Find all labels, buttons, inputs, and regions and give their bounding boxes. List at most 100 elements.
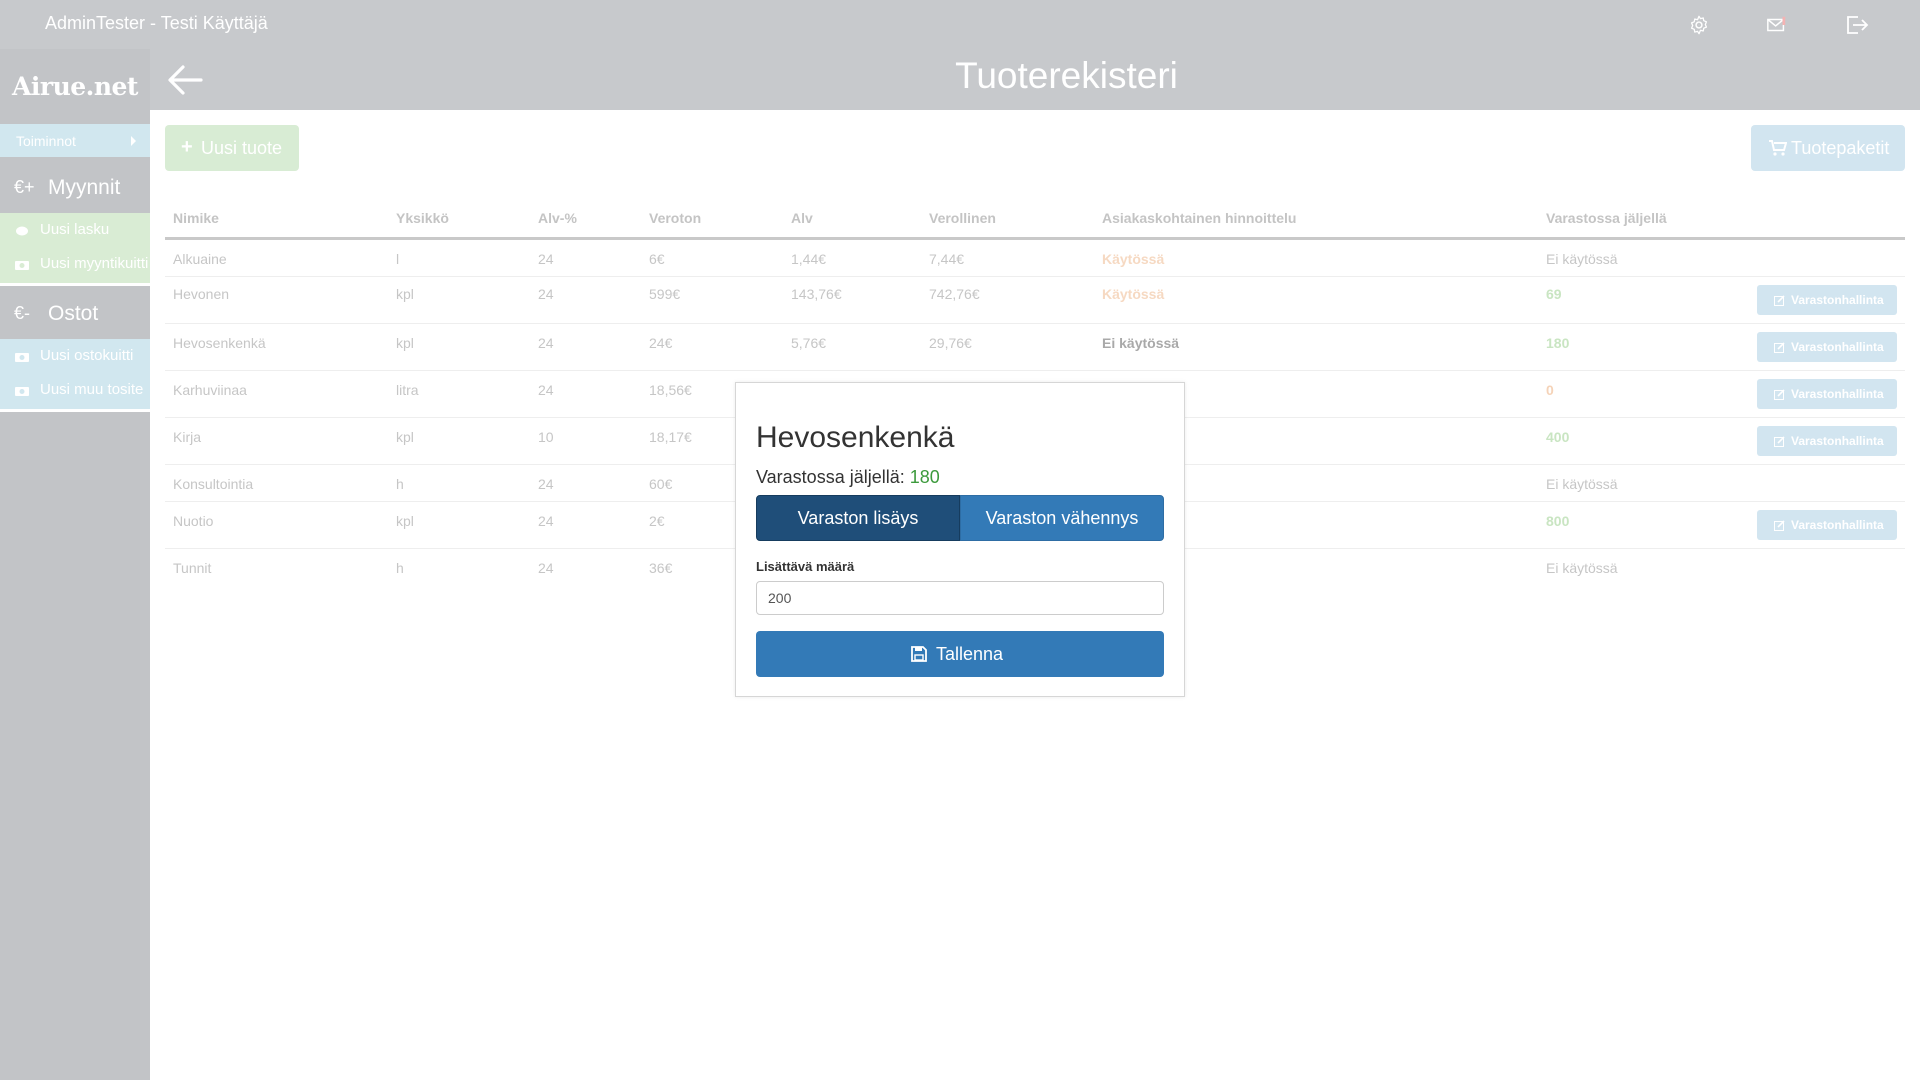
cell-stock: 400 [1546,429,1570,445]
sidebar-section-label: Ostot [48,302,99,325]
page-title: Tuoterekisteri [955,55,1178,96]
cell-vat: 24 [538,286,554,302]
cell-tax: 5,76€ [791,335,827,351]
sidebar-item-uusi-muu-tosite[interactable]: Uusi muu tosite [0,373,150,407]
logout-icon[interactable] [1845,13,1869,37]
inventory-management-label: Varastonhallinta [1791,434,1884,448]
cell-vat: 10 [538,429,554,445]
inventory-management-label: Varastonhallinta [1791,293,1884,307]
cell-vat: 24 [538,251,554,267]
table-row[interactable]: Hevonen kpl 24 599€ 143,76€ 742,76€ Käyt… [165,277,1905,324]
mail-icon[interactable] [1765,13,1789,37]
product-packages-button[interactable]: Tuotepaketit [1751,125,1905,171]
column-header-verollinen[interactable]: Verollinen [929,210,996,226]
cell-pricing: Käytössä [1102,251,1165,267]
table-header: Nimike Yksikkö Alv-% Veroton Alv Verolli… [165,205,1905,240]
sales-submenu: Uusi lasku Uusi myyntikuitti [0,213,150,286]
cell-name: Hevosenkenkä [173,335,266,351]
cell-pricing: Ei käytössä [1102,335,1180,351]
cell-net: 36€ [649,560,673,576]
amount-input[interactable] [756,581,1164,615]
sidebar-item-uusi-myyntikuitti[interactable]: Uusi myyntikuitti [0,247,150,281]
sidebar-item-uusi-lasku[interactable]: Uusi lasku [0,213,150,247]
inventory-management-button[interactable]: Varastonhallinta [1757,510,1897,540]
tab-inventory-reduce[interactable]: Varaston vähennys [960,495,1164,541]
edit-icon [1774,342,1785,353]
cell-net: 599€ [649,286,681,302]
euro-minus-icon: €- [14,303,31,323]
cell-net: 18,56€ [649,382,692,398]
table-row[interactable]: Hevosenkenkä kpl 24 24€ 5,76€ 29,76€ Ei … [165,324,1905,371]
sidebar-section-sales: €+ Myynnit [0,165,150,213]
cell-name: Kirja [173,429,202,445]
cell-stock: 69 [1546,286,1562,302]
sidebar-toiminnot[interactable]: Toiminnot [0,124,150,157]
settings-icon[interactable] [1687,13,1711,37]
cell-vat: 24 [538,335,554,351]
cell-stock: Ei käytössä [1546,251,1618,267]
cell-unit: kpl [396,513,414,529]
sidebar-item-label: Uusi muu tosite [40,381,144,398]
edit-icon [1774,520,1785,531]
cell-unit: kpl [396,429,414,445]
save-label: Tallenna [936,644,1004,664]
column-header-nimike[interactable]: Nimike [173,210,219,226]
euro-plus-icon: €+ [14,177,35,197]
column-header-yksikko[interactable]: Yksikkö [396,210,449,226]
cart-icon [1769,140,1787,156]
inventory-management-button[interactable]: Varastonhallinta [1757,285,1897,315]
modal-title: Hevosenkenkä [756,421,955,454]
sidebar-section-purchases: €- Ostot [0,291,150,339]
sidebar-section-label: Myynnit [48,176,121,199]
sidebar: Airue.net Toiminnot €+ Myynnit Uusi lask… [0,49,150,1080]
cell-unit: l [396,251,400,267]
tab-inventory-add[interactable]: Varaston lisäys [756,495,960,541]
column-header-varastossa[interactable]: Varastossa jäljellä [1546,210,1667,226]
cell-stock: 180 [1546,335,1570,351]
column-header-veroton[interactable]: Veroton [649,210,701,226]
cell-vat: 24 [538,560,554,576]
cell-name: Alkuaine [173,251,227,267]
sidebar-item-uusi-ostokuitti[interactable]: Uusi ostokuitti [0,339,150,373]
logo: Airue.net [12,72,138,101]
stock-label: Varastossa jäljellä: [756,467,905,487]
plus-icon: + [181,136,193,158]
cell-name: Tunnit [173,560,212,576]
inventory-management-button[interactable]: Varastonhallinta [1757,379,1897,409]
caret-right-icon [131,136,136,146]
cell-name: Nuotio [173,513,214,529]
table-row[interactable]: Alkuaine l 24 6€ 1,44€ 7,44€ Käytössä Ei… [165,240,1905,277]
cell-gross: 742,76€ [929,286,980,302]
edit-icon [1774,389,1785,400]
cell-tax: 143,76€ [791,286,842,302]
camera-icon [15,261,29,270]
save-button[interactable]: Tallenna [756,631,1164,677]
column-header-asiakaskohtainen[interactable]: Asiakaskohtainen hinnoittelu [1102,210,1296,226]
cell-unit: h [396,476,404,492]
cell-net: 6€ [649,251,665,267]
cell-pricing: Käytössä [1102,286,1165,302]
cell-net: 60€ [649,476,673,492]
stock-value: 180 [909,467,940,487]
inventory-management-label: Varastonhallinta [1791,387,1884,401]
cell-name: Konsultointia [173,476,254,492]
edit-icon [1774,295,1785,306]
cell-vat: 24 [538,476,554,492]
modal-stock-line: Varastossa jäljellä: 180 [756,467,940,488]
column-header-alv-percent[interactable]: Alv-% [538,210,577,226]
sidebar-item-label: Uusi lasku [40,221,110,238]
inventory-management-button[interactable]: Varastonhallinta [1757,426,1897,456]
amount-label: Lisättävä määrä [756,559,855,574]
column-header-alv[interactable]: Alv [791,210,813,226]
new-product-button[interactable]: + Uusi tuote [165,125,299,171]
cell-unit: h [396,560,404,576]
cell-stock: 800 [1546,513,1570,529]
new-product-label: Uusi tuote [201,138,283,158]
inventory-management-button[interactable]: Varastonhallinta [1757,332,1897,362]
inventory-management-label: Varastonhallinta [1791,340,1884,354]
cell-tax: 1,44€ [791,251,827,267]
cell-gross: 7,44€ [929,251,965,267]
cell-name: Hevonen [173,286,230,302]
cell-unit: litra [396,382,419,398]
cell-stock: Ei käytössä [1546,476,1618,492]
